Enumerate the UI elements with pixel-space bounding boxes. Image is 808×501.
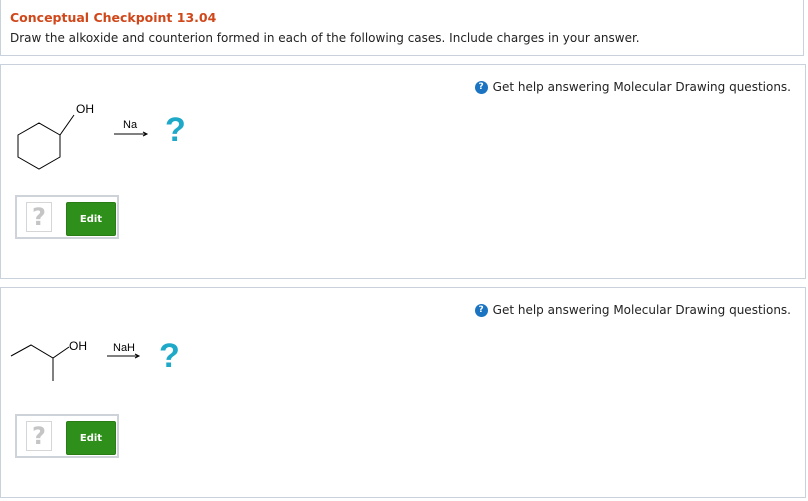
question-circle-icon: ? <box>474 303 488 317</box>
help-link-2[interactable]: ? Get help answering Molecular Drawing q… <box>474 303 791 317</box>
cyclohexane-ring <box>17 122 61 170</box>
reagent-label: NaH <box>113 342 135 354</box>
edit-button[interactable]: Edit <box>66 202 116 236</box>
product-question-mark: ? <box>159 337 180 375</box>
help-link-1[interactable]: ? Get help answering Molecular Drawing q… <box>474 80 791 94</box>
question-circle-icon: ? <box>474 80 488 94</box>
edit-button[interactable]: Edit <box>66 421 116 455</box>
answer-placeholder[interactable]: ? <box>26 421 52 451</box>
question-panel-2: ? Get help answering Molecular Drawing q… <box>0 287 806 498</box>
oh-label: OH <box>76 102 94 116</box>
answer-placeholder[interactable]: ? <box>26 202 52 232</box>
product-question-mark: ? <box>165 111 186 149</box>
page-title: Conceptual Checkpoint 13.04 <box>10 10 217 25</box>
help-link-text: Get help answering Molecular Drawing que… <box>492 80 791 94</box>
cyclohexanol-reaction: OH Na ? <box>17 102 186 170</box>
answer-box-2: ? Edit <box>15 414 119 458</box>
question-header: Conceptual Checkpoint 13.04 Draw the alk… <box>0 0 804 56</box>
question-panel-1: ? Get help answering Molecular Drawing q… <box>0 64 806 279</box>
question-instructions: Draw the alkoxide and counterion formed … <box>10 31 640 45</box>
butanol-reaction: OH NaH ? <box>10 337 180 381</box>
oh-label: OH <box>69 339 87 353</box>
help-link-text: Get help answering Molecular Drawing que… <box>492 303 791 317</box>
c-o-bond <box>59 114 75 136</box>
reagent-label: Na <box>123 119 138 131</box>
answer-box-1: ? Edit <box>15 195 119 239</box>
carbon-chain <box>10 344 70 359</box>
